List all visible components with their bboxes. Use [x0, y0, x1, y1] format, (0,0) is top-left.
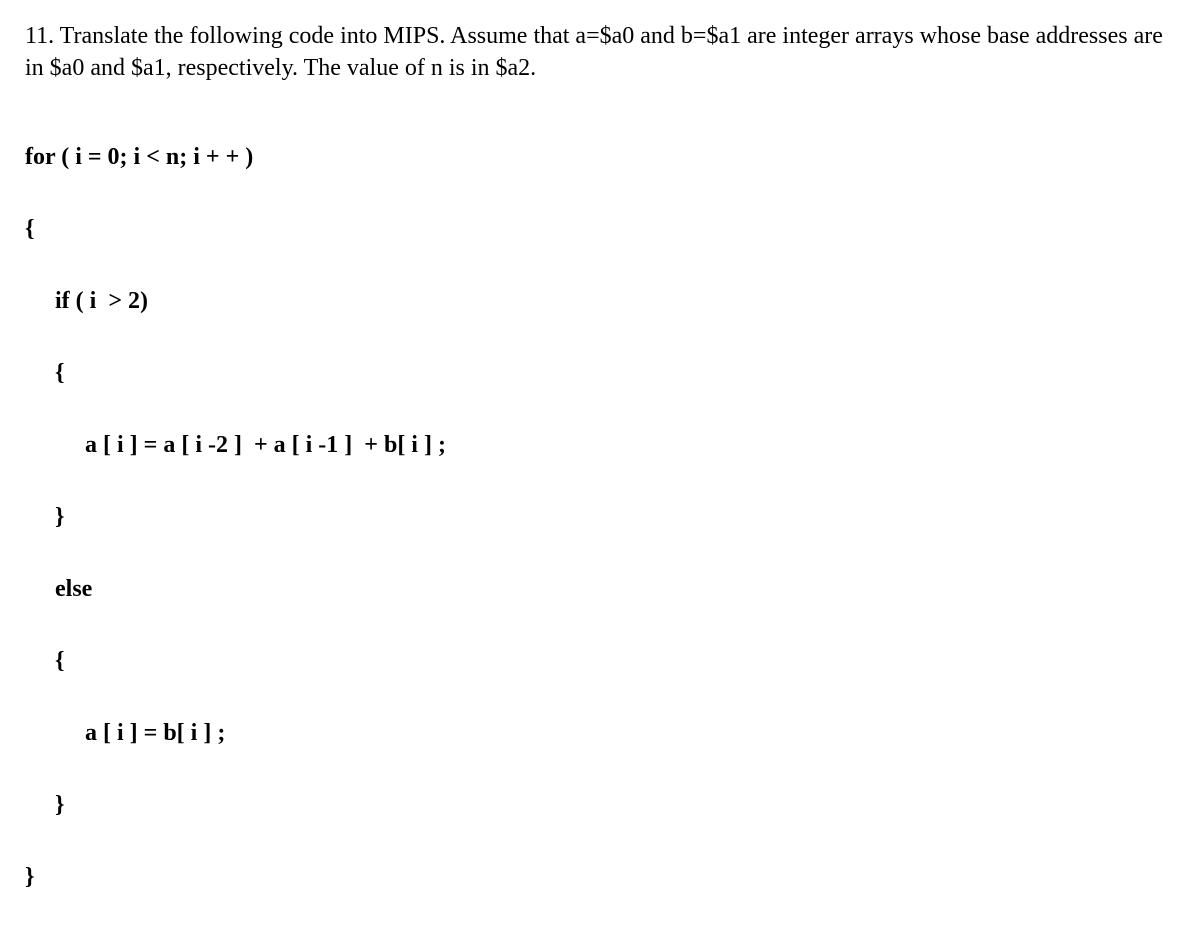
code-line-if-brace-open: {: [25, 355, 1175, 391]
problem-statement: 11. Translate the following code into MI…: [25, 20, 1175, 85]
code-line-if-brace-close: }: [25, 499, 1175, 535]
code-line-for: for ( i = 0; i < n; i + + ): [25, 139, 1175, 175]
code-line-assignment-1: a [ i ] = a [ i -2 ] + a [ i -1 ] + b[ i…: [25, 427, 1175, 463]
code-line-assignment-2: a [ i ] = b[ i ] ;: [25, 715, 1175, 751]
code-line-else-brace-open: {: [25, 643, 1175, 679]
code-line-else-brace-close: }: [25, 787, 1175, 823]
code-line-if: if ( i > 2): [25, 283, 1175, 319]
code-line-for-brace-close: }: [25, 859, 1175, 895]
code-line-else: else: [25, 571, 1175, 607]
code-block: for ( i = 0; i < n; i + + ) { if ( i > 2…: [25, 103, 1175, 931]
code-line-brace-open: {: [25, 211, 1175, 247]
